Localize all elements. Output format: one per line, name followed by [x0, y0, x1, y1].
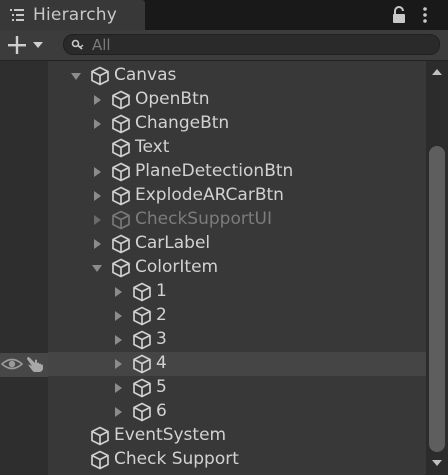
tab-bar: Hierarchy	[0, 0, 448, 30]
gameobject-cube-icon	[112, 258, 130, 278]
tree-row-label: 2	[156, 305, 167, 325]
tree-row[interactable]: OpenBtn	[48, 88, 426, 112]
gameobject-cube-icon	[112, 90, 130, 110]
foldout-collapsed-icon[interactable]	[91, 166, 103, 178]
search-icon	[71, 39, 84, 50]
eye-icon[interactable]	[1, 355, 23, 373]
tree-row[interactable]: ExplodeARCarBtn	[48, 184, 426, 208]
tab-hierarchy[interactable]: Hierarchy	[0, 0, 145, 30]
tree-row[interactable]: Canvas	[48, 64, 426, 88]
tree-row-label: ColorItem	[135, 257, 219, 277]
tree-row[interactable]: 1	[48, 280, 426, 304]
gameobject-cube-icon	[133, 354, 151, 374]
hierarchy-list-icon	[10, 9, 24, 21]
gameobject-cube-icon	[91, 450, 109, 470]
tree-row-label: Check Support	[114, 449, 239, 469]
tree-row-label: EventSystem	[114, 425, 227, 445]
foldout-collapsed-icon[interactable]	[91, 238, 103, 250]
gameobject-cube-icon	[133, 378, 151, 398]
tree-row-label: CarLabel	[135, 233, 211, 253]
hierarchy-toolbar	[0, 30, 448, 61]
tree-row[interactable]: Check Support	[48, 448, 426, 472]
tree-row-label: ChangeBtn	[135, 113, 230, 133]
tree-row[interactable]: ChangeBtn	[48, 112, 426, 136]
gameobject-cube-icon	[112, 162, 130, 182]
hand-pointer-icon[interactable]	[26, 355, 46, 373]
search-input[interactable]	[92, 35, 422, 54]
tab-title: Hierarchy	[33, 5, 117, 25]
lock-icon[interactable]	[391, 6, 407, 24]
tree-row[interactable]: Text	[48, 136, 426, 160]
foldout-collapsed-icon[interactable]	[112, 382, 124, 394]
gameobject-cube-icon	[91, 426, 109, 446]
tree-row-label: 4	[156, 353, 167, 373]
gameobject-cube-icon	[112, 186, 130, 206]
tree-row-label: OpenBtn	[135, 89, 210, 109]
gameobject-cube-icon	[133, 402, 151, 422]
hierarchy-window: Hierarchy All Canvas OpenBtn ChangeBtn T…	[0, 0, 448, 475]
vertical-scrollbar[interactable]	[426, 61, 448, 475]
tree-row-label: ExplodeARCarBtn	[135, 185, 284, 205]
tree-row-label: 6	[156, 401, 167, 421]
foldout-collapsed-icon[interactable]	[112, 286, 124, 298]
foldout-collapsed-icon[interactable]	[112, 310, 124, 322]
gameobject-cube-icon	[133, 282, 151, 302]
visibility-gutter[interactable]	[0, 61, 48, 475]
add-object-button[interactable]	[6, 35, 48, 55]
tree-row[interactable]: CheckSupportUI	[48, 208, 426, 232]
foldout-collapsed-icon[interactable]	[91, 94, 103, 106]
foldout-expanded-icon[interactable]	[70, 70, 82, 82]
gameobject-cube-icon	[133, 330, 151, 350]
tree-row[interactable]: CarLabel	[48, 232, 426, 256]
gameobject-cube-icon	[112, 114, 130, 134]
foldout-collapsed-icon[interactable]	[112, 334, 124, 346]
tree-row-label: 1	[156, 281, 167, 301]
foldout-collapsed-icon[interactable]	[91, 214, 103, 226]
gameobject-cube-icon	[112, 234, 130, 254]
tree-row-label: Text	[135, 137, 170, 157]
tree-row[interactable]: 3	[48, 328, 426, 352]
foldout-collapsed-icon[interactable]	[91, 190, 103, 202]
tree-row[interactable]: 5	[48, 376, 426, 400]
tree-row-label: CheckSupportUI	[135, 209, 272, 229]
tree-row[interactable]: 2	[48, 304, 426, 328]
foldout-collapsed-icon[interactable]	[91, 118, 103, 130]
gameobject-cube-icon	[112, 210, 130, 230]
scroll-up-arrow-icon[interactable]	[431, 67, 443, 77]
gameobject-cube-icon	[133, 306, 151, 326]
search-field[interactable]	[63, 34, 440, 55]
tree-row[interactable]: 4	[48, 352, 426, 376]
scroll-down-arrow-icon[interactable]	[431, 458, 443, 468]
foldout-collapsed-icon[interactable]	[112, 358, 124, 370]
kebab-menu-icon[interactable]	[418, 6, 432, 24]
gameobject-cube-icon	[91, 66, 109, 86]
hierarchy-tree: Canvas OpenBtn ChangeBtn Text PlaneDetection…	[48, 61, 426, 475]
foldout-expanded-icon[interactable]	[91, 262, 103, 274]
foldout-collapsed-icon[interactable]	[112, 406, 124, 418]
gameobject-cube-icon	[112, 138, 130, 158]
tree-row[interactable]: 6	[48, 400, 426, 424]
tree-row-label: 5	[156, 377, 167, 397]
tree-row[interactable]: PlaneDetectionBtn	[48, 160, 426, 184]
tree-row-label: 3	[156, 329, 167, 349]
tree-row[interactable]: ColorItem	[48, 256, 426, 280]
tree-row[interactable]: EventSystem	[48, 424, 426, 448]
tree-row-label: Canvas	[114, 65, 177, 85]
tree-row-label: PlaneDetectionBtn	[135, 161, 294, 181]
scrollbar-thumb[interactable]	[429, 146, 445, 452]
